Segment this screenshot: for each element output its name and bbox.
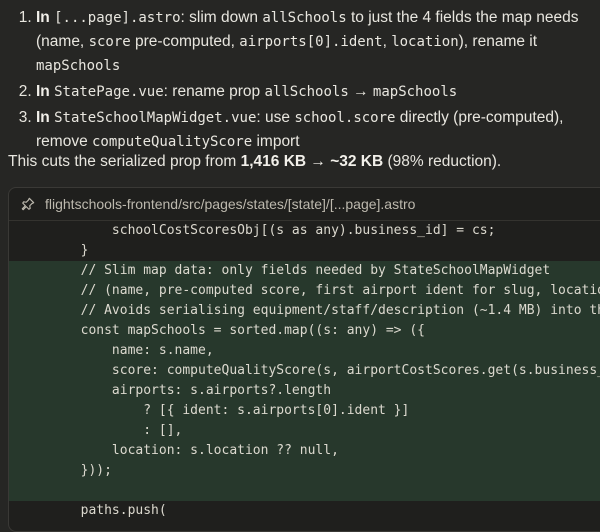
code-line: // (name, pre-computed score, first airp… — [9, 281, 600, 301]
code-line: name: s.name, — [9, 341, 600, 361]
inline-code: computeQualityScore — [92, 134, 253, 150]
inline-code: airports[0].ident — [239, 34, 383, 50]
pin-icon — [21, 197, 35, 211]
step-item: In StateSchoolMapWidget.vue: use school.… — [36, 106, 586, 154]
step-in-word: In — [36, 109, 50, 126]
inline-code: allSchools — [262, 10, 347, 26]
step-text: : use — [256, 109, 295, 126]
inline-code: allSchools — [264, 84, 349, 100]
code-line: airports: s.airports?.length — [9, 381, 600, 401]
inline-code: location — [391, 34, 459, 50]
code-block: flightschools-frontend/src/pages/states/… — [8, 187, 600, 532]
code-line: score: computeQualityScore(s, airportCos… — [9, 361, 600, 381]
summary-post: (98% reduction). — [383, 153, 502, 170]
summary-bold: 1,416 KB → ~32 KB — [240, 153, 384, 170]
step-in-word: In — [36, 9, 50, 26]
step-text: : slim down — [180, 9, 263, 26]
file-name: StateSchoolMapWidget.vue — [54, 110, 257, 126]
code-line: // Avoids serialising equipment/staff/de… — [9, 301, 600, 321]
code-file-path: flightschools-frontend/src/pages/states/… — [45, 196, 416, 212]
code-lines: schoolCostScoresObj[(s as any).business_… — [9, 221, 600, 521]
code-line: const mapSchools = sorted.map((s: any) =… — [9, 321, 600, 341]
code-line: // Slim map data: only fields needed by … — [9, 261, 600, 281]
inline-code: school.score — [294, 110, 396, 126]
code-line — [9, 481, 600, 501]
inline-code: mapSchools — [372, 84, 458, 100]
code-line: location: s.location ?? null, — [9, 441, 600, 461]
summary-pre: This cuts the serialized prop from — [8, 153, 241, 170]
arrow-text: → — [348, 83, 373, 100]
steps-list: In [...page].astro: slim down allSchools… — [0, 6, 586, 156]
inline-code: mapSchools — [36, 58, 121, 74]
step-in-word: In — [36, 83, 50, 100]
step-text: , — [382, 33, 392, 50]
summary-text: This cuts the serialized prop from 1,416… — [8, 151, 590, 173]
code-header[interactable]: flightschools-frontend/src/pages/states/… — [9, 188, 600, 221]
step-text: import — [252, 133, 300, 150]
inline-code: score — [88, 34, 131, 50]
file-name: [...page].astro — [54, 10, 181, 26]
step-item: In [...page].astro: slim down allSchools… — [36, 6, 586, 78]
code-line: })); — [9, 461, 600, 481]
code-line: paths.push( — [9, 501, 600, 521]
step-item: In StatePage.vue: rename prop allSchools… — [36, 80, 586, 104]
code-line: ? [{ ident: s.airports[0].ident }] — [9, 401, 600, 421]
code-line: } — [9, 241, 600, 261]
code-line: : [], — [9, 421, 600, 441]
step-text: : rename prop — [163, 83, 265, 100]
code-line: schoolCostScoresObj[(s as any).business_… — [9, 221, 600, 241]
step-text: ), rename it — [458, 33, 538, 50]
step-text: pre-computed, — [130, 33, 240, 50]
file-name: StatePage.vue — [54, 84, 164, 100]
